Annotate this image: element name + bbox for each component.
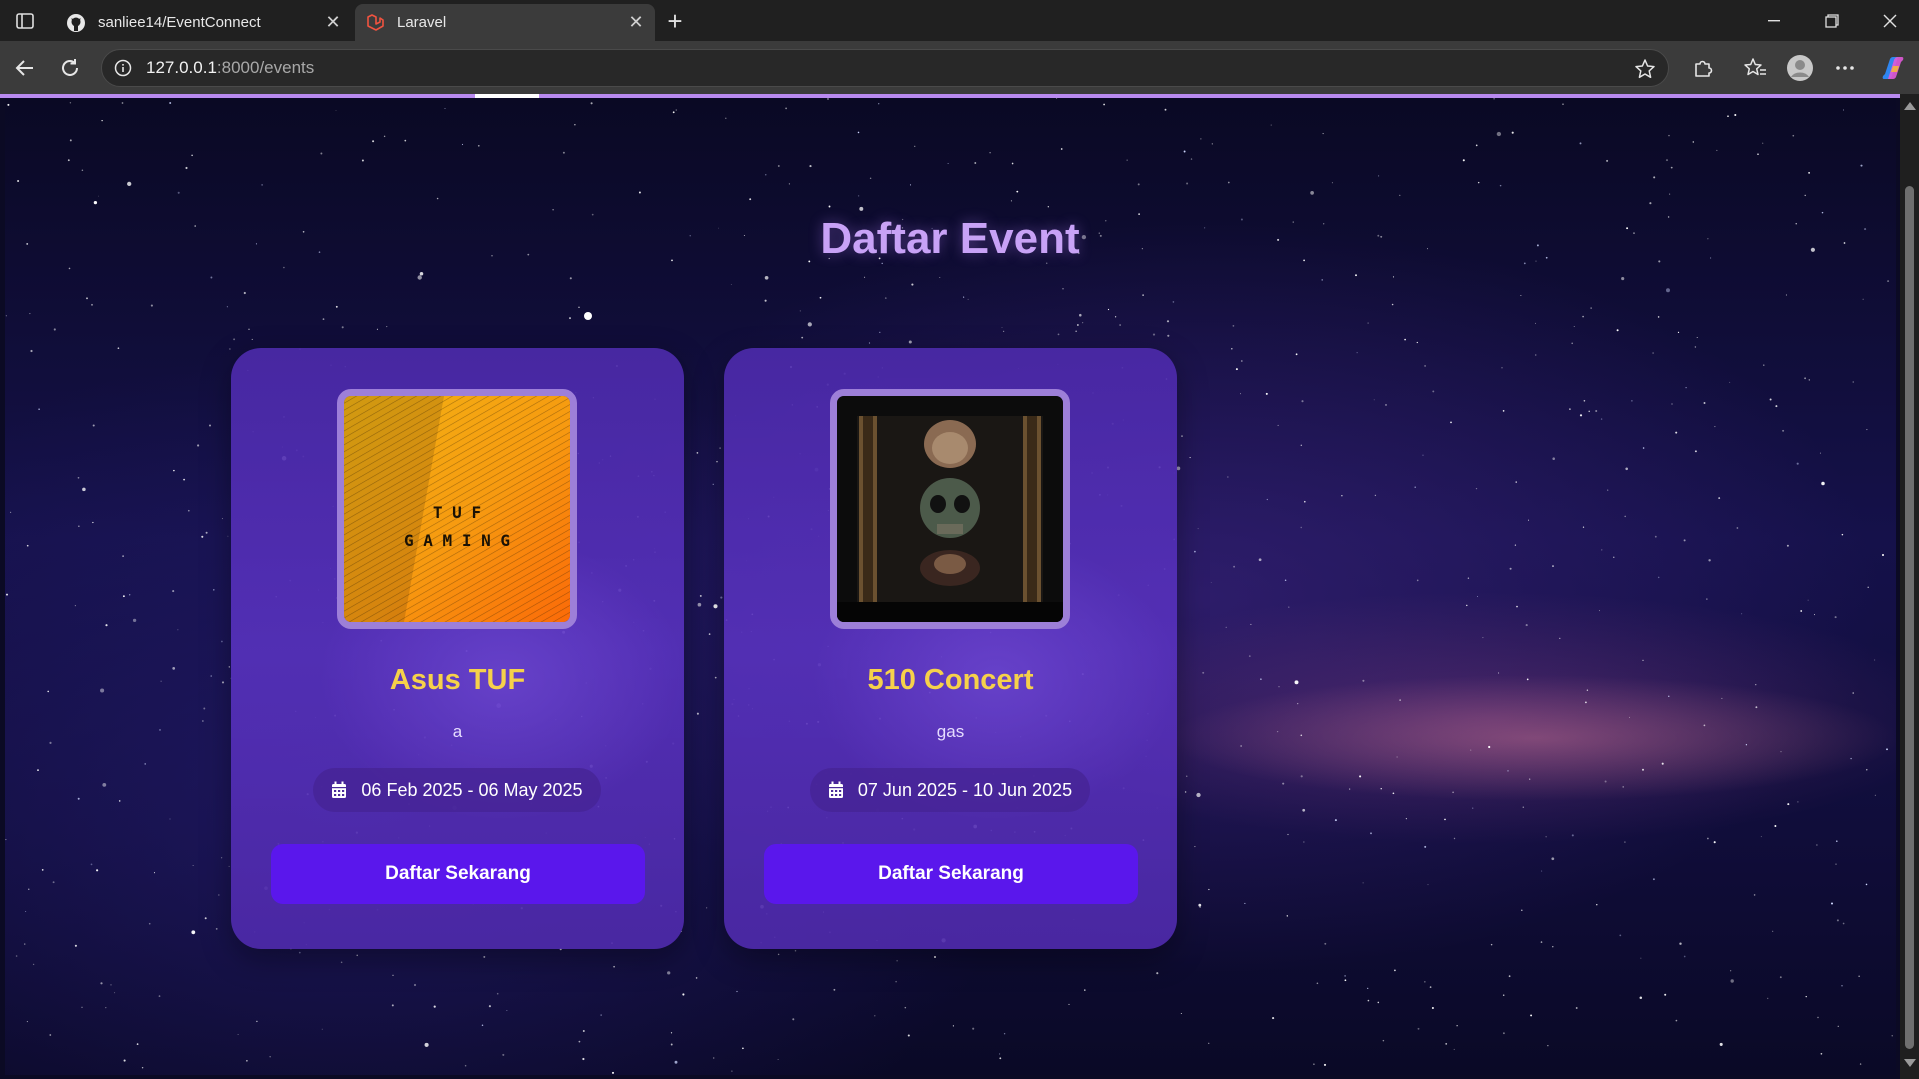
event-date-text: 06 Feb 2025 - 06 May 2025 <box>361 779 583 800</box>
calendar-icon <box>331 781 349 799</box>
event-card: T U F G A M I N G Asus TUF a 06 Feb 2025… <box>231 348 684 949</box>
profile-icon[interactable] <box>1784 53 1816 83</box>
favorites-icon[interactable] <box>1739 53 1771 83</box>
scroll-down-icon[interactable] <box>1904 1059 1916 1067</box>
laravel-icon <box>365 13 385 33</box>
page-progress-mark <box>475 94 539 98</box>
tab-title: sanliee14/EventConnect <box>98 14 261 31</box>
event-image <box>830 389 1070 629</box>
event-date-text: 07 Jun 2025 - 10 Jun 2025 <box>857 779 1073 800</box>
tab-actions-icon[interactable] <box>10 8 40 34</box>
register-button[interactable]: Daftar Sekarang <box>764 844 1138 904</box>
event-date: 07 Jun 2025 - 10 Jun 2025 <box>810 768 1090 812</box>
puzzle-icon[interactable] <box>1687 53 1719 83</box>
register-button[interactable]: Daftar Sekarang <box>271 844 645 904</box>
reload-icon[interactable] <box>55 53 85 83</box>
back-arrow-icon[interactable] <box>10 53 40 83</box>
tab-title: Laravel <box>397 14 447 31</box>
close-icon[interactable]: ✕ <box>623 10 649 36</box>
more-icon[interactable] <box>1829 53 1861 83</box>
page-progress-bar <box>0 94 1900 98</box>
svg-text:G A M I N G: G A M I N G <box>404 531 510 550</box>
restore-icon[interactable] <box>1803 0 1861 41</box>
event-date: 06 Feb 2025 - 06 May 2025 <box>313 768 601 812</box>
github-icon <box>66 13 86 33</box>
window-controls <box>1745 0 1919 41</box>
page-title: Daftar Event <box>820 214 1080 263</box>
event-description: gas <box>936 722 965 741</box>
tab-bar: sanliee14/EventConnect ✕ Laravel ✕ + <box>0 0 1919 41</box>
tab-github[interactable]: sanliee14/EventConnect ✕ <box>56 4 352 41</box>
event-image: T U F G A M I N G <box>337 389 577 629</box>
tab-laravel[interactable]: Laravel ✕ <box>355 4 655 41</box>
info-icon[interactable] <box>112 57 134 79</box>
event-card: 510 Concert gas 07 Jun 2025 - 10 Jun 202… <box>724 348 1177 949</box>
event-name: Asus TUF <box>389 664 526 696</box>
url-path: :8000/events <box>216 58 315 77</box>
event-description: a <box>452 722 463 741</box>
copilot-icon[interactable] <box>1877 53 1909 83</box>
browser-toolbar: 127.0.0.1:8000/events <box>0 41 1919 94</box>
close-window-icon[interactable] <box>1861 0 1919 41</box>
scrollbar[interactable] <box>1900 94 1919 1079</box>
page-viewport: Daftar Event T U F G A M I N G Asus TUF … <box>0 94 1919 1079</box>
minimize-icon[interactable] <box>1745 0 1803 41</box>
scroll-up-icon[interactable] <box>1904 102 1916 110</box>
star-icon[interactable] <box>1632 56 1658 82</box>
new-tab-button[interactable]: + <box>660 6 690 36</box>
calendar-icon <box>828 781 846 799</box>
svg-text:T U F: T U F <box>433 503 481 522</box>
url-text: 127.0.0.1:8000/events <box>146 58 314 78</box>
address-bar[interactable]: 127.0.0.1:8000/events <box>101 49 1669 87</box>
url-host: 127.0.0.1 <box>146 58 217 77</box>
scroll-thumb[interactable] <box>1905 186 1914 1049</box>
close-icon[interactable]: ✕ <box>320 10 346 36</box>
event-name: 510 Concert <box>867 664 1034 696</box>
